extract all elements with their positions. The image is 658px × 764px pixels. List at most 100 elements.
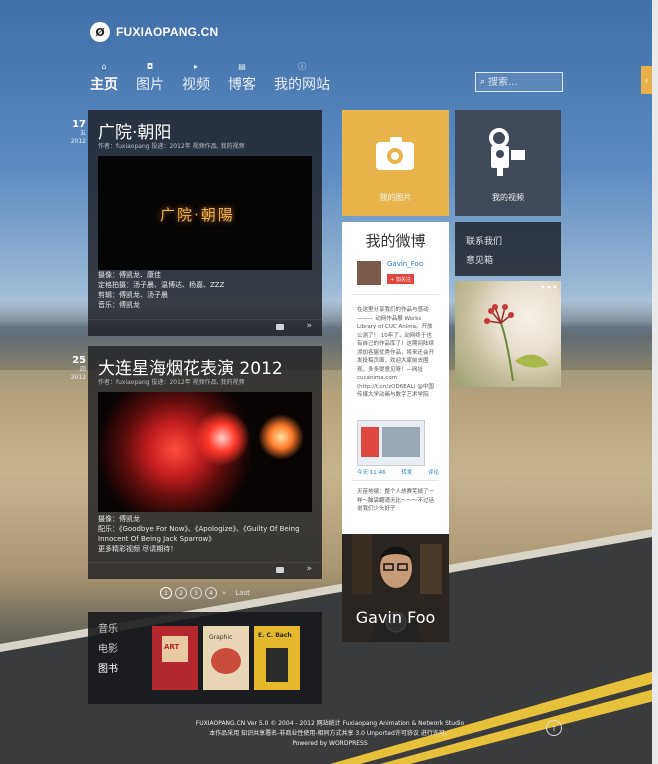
weibo-post-text: 天苗地啵：整个人烧赛芜掉了一样～脑袋翻涌无比～～～不过话说我们少头好子 [357,489,435,512]
videos-tile[interactable]: 我的视频 [455,110,561,216]
page-link[interactable]: 4 [205,587,217,599]
contact-us-link[interactable]: 联系我们 [466,234,502,247]
document-icon: ▤ [238,62,246,71]
footer-powered-by[interactable]: Powered by WORDPRESS [130,739,530,749]
next-page-link[interactable]: » [222,589,226,597]
nav-label: 图片 [136,77,164,93]
cover-title: E. C. Bach [258,632,292,639]
post-title[interactable]: 广院·朝阳 [98,118,171,143]
tab-movies[interactable]: 电影 [98,640,118,655]
post-description: 摄像：傅凯龙、康佳 定格拍摄：汤子晨、温博达、杨嘉、ZZZ 剪辑：傅凯龙、汤子晨… [98,270,314,310]
flower-photo [484,285,557,382]
video-thumbnail[interactable]: 广院·朝陽 [98,156,312,270]
pagination: 1 2 3 4 » Last [160,587,250,599]
firework-burst [194,410,250,466]
contact-widget: 联系我们 意见箱 [455,222,561,276]
footer-license[interactable]: 本作品采用 知识共享署名-非商业性使用-相同方式共享 3.0 Unported许… [130,729,530,739]
post-meta: 作者：fuxiaopang 投递：2012年 视频作品, 我的视频 [98,143,245,150]
camera-icon: ◘ [146,62,154,71]
site-footer: FUXIAOPANG.CN Ver 5.0 © 2004 - 2012 网站统计… [130,719,530,749]
weibo-username[interactable]: Gavin_Foo [387,260,423,268]
date-year: 2012 [70,374,86,381]
page-link[interactable]: 3 [190,587,202,599]
nav-item-home[interactable]: ⌂ 主页 [90,62,118,94]
profile-card[interactable]: Gavin Foo [342,534,449,642]
weibo-time: 今天 11:46 [357,470,386,476]
logo-badge-icon: Ø [90,22,110,42]
video-camera-icon [489,128,525,176]
tab-music[interactable]: 音乐 [98,620,118,635]
video-caption: 广院·朝陽 [160,206,235,224]
video-icon: ▸ [193,62,198,71]
weibo-widget: 我的微博 Gavin_Foo + 加关注 在这里分享我们的作品与感动——— 动网… [342,222,449,534]
feedback-link[interactable]: 意见箱 [466,253,493,266]
page-link[interactable]: 1 [160,587,172,599]
comment-link[interactable]: 评论 [428,468,439,476]
book-cover[interactable]: Graphic [203,626,249,690]
post-footer: » [88,319,322,336]
book-cover[interactable]: E. C. Bach [254,626,300,690]
post-description: 摄像：傅凯龙 配乐：《Goodbye For Now》、《Apologize》、… [98,514,314,554]
desc-line: 更多精彩视频 尽请期待！ [98,545,178,553]
side-panel-toggle[interactable]: ‹ [641,66,652,94]
date-year: 2012 [70,138,86,145]
post-card: 大连星海烟花表演 2012 作者：fuxiaopang 投递：2012年 视频作… [88,346,322,579]
post-date: 25 四 2012 [66,356,86,382]
date-day: 25 [72,355,86,366]
nav-item-photos[interactable]: ◘ 图片 [136,62,164,94]
site-logo[interactable]: Ø FUXIAOPANG.CN [90,22,218,42]
tab-books[interactable]: 图书 [98,660,118,675]
nav-label: 主页 [90,77,118,93]
info-icon: ⓘ [298,62,306,71]
weibo-post-text: 在这里分享我们的作品与感动——— 动网作品展 Works Library of … [357,307,435,398]
read-more-icon[interactable]: » [306,564,312,574]
footer-copyright: FUXIAOPANG.CN Ver 5.0 © 2004 - 2012 网站统计… [195,720,465,727]
media-widget: 音乐 电影 图书 ART Graphic E. C. Bach [88,612,322,704]
divider [352,480,439,481]
avatar[interactable] [357,261,381,285]
cover-art [266,648,288,682]
desc-line: 摄像：傅凯龙 [98,515,140,523]
desc-line: 摄像：傅凯龙、康佳 [98,271,161,279]
image-content [361,427,379,457]
follow-button[interactable]: + 加关注 [387,274,414,284]
read-more-icon[interactable]: » [306,321,312,331]
page-scrollbar[interactable] [652,0,658,764]
post-date: 17 五 2012 [66,120,86,146]
cover-title: Graphic [209,634,233,641]
logo-text: FUXIAOPANG.CN [116,25,219,39]
book-cover[interactable]: ART [152,626,198,690]
search-input[interactable] [488,76,551,88]
desc-line: Innocent Of Being Jack Sparrow》 [98,535,216,543]
chevron-left-icon: ‹ [644,75,649,85]
photos-tile[interactable]: 我的图片 [342,110,449,216]
nav-item-videos[interactable]: ▸ 视频 [182,62,210,94]
date-month: 四 [79,366,86,373]
page-link[interactable]: 2 [175,587,187,599]
desc-line: 定格拍摄：汤子晨、温博达、杨嘉、ZZZ [98,281,225,289]
desc-line: 音乐：傅凯龙 [98,301,140,309]
profile-name: Gavin Foo [355,608,436,627]
post-meta: 作者：fuxiaopang 投递：2012年 视频作品, 我的视频 [98,379,245,386]
desc-line: 配乐：《Goodbye For Now》、《Apologize》、《Guilty… [98,525,300,533]
last-page-link[interactable]: Last [235,589,250,597]
comment-icon[interactable] [276,567,284,573]
post-footer: » [88,562,322,579]
repost-link[interactable]: 转发 [401,468,412,476]
nav-label: 我的网站 [274,77,330,93]
fireworks-thumbnail[interactable] [98,392,312,512]
comment-icon[interactable] [276,324,284,330]
weibo-title: 我的微博 [365,232,426,250]
post-title[interactable]: 大连星海烟花表演 2012 [98,354,283,379]
weibo-actions: 今天 11:46 转发 评论 [357,468,439,476]
nav-item-my-sites[interactable]: ⓘ 我的网站 [274,62,330,94]
search-icon: ⌕ [480,77,486,87]
nav-item-blog[interactable]: ▤ 博客 [228,62,256,94]
arrow-up-icon: ↑ [550,723,558,733]
cover-title: ART [164,643,180,651]
date-day: 17 [72,119,86,130]
photo-slideshow[interactable] [455,281,561,387]
back-to-top-button[interactable]: ↑ [546,720,562,736]
camera-lens-inner [391,152,399,160]
weibo-post-image[interactable] [357,420,425,466]
